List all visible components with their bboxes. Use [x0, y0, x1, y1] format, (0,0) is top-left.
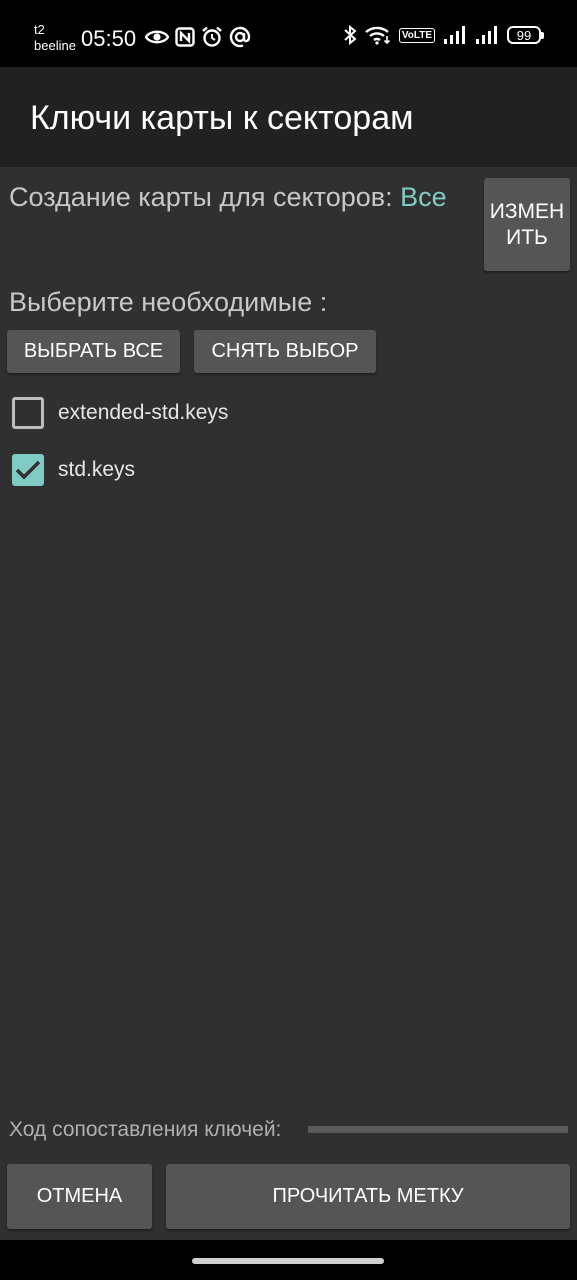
selection-label: Выберите необходимые : [9, 287, 328, 317]
carrier-info: t2 beeline [34, 22, 76, 54]
signal-icon-2 [475, 25, 499, 45]
checkbox-checked-icon[interactable] [12, 454, 44, 486]
cancel-button[interactable]: ОТМЕНА [7, 1164, 152, 1229]
key-mapping-progress-bar [308, 1126, 568, 1133]
map-creation-value: Все [400, 182, 447, 212]
home-gesture-handle[interactable] [192, 1258, 384, 1264]
deselect-all-button[interactable]: СНЯТЬ ВЫБОР [194, 330, 376, 373]
eye-icon [145, 28, 169, 46]
status-icons-left [145, 26, 251, 48]
at-icon [229, 26, 251, 48]
checkbox-unchecked-icon[interactable] [12, 397, 44, 429]
carrier-name-2: beeline [34, 38, 76, 53]
battery-level: 99 [516, 27, 532, 43]
read-tag-button[interactable]: ПРОЧИТАТЬ МЕТКУ [166, 1164, 570, 1229]
page-title: Ключи карты к секторам [30, 99, 414, 137]
key-file-label: extended-std.keys [58, 401, 229, 424]
key-file-item-extended-std[interactable]: extended-std.keys [12, 396, 228, 430]
screen: t2 beeline 05:50 VoLTE 99 Ключи карты к … [0, 0, 577, 1280]
progress-label: Ход сопоставления ключей: [9, 1118, 282, 1141]
key-file-label: std.keys [58, 458, 136, 481]
select-all-button[interactable]: ВЫБРАТЬ ВСЕ [7, 330, 180, 373]
volte-icon: VoLTE [398, 27, 435, 43]
bluetooth-icon [343, 25, 357, 45]
signal-icon-1 [443, 25, 467, 45]
change-button[interactable]: ИЗМЕНИТЬ [484, 178, 570, 271]
status-time: 05:50 [81, 26, 137, 51]
navigation-bar [0, 1240, 577, 1280]
key-file-item-std[interactable]: std.keys [12, 453, 135, 487]
nfc-icon [175, 27, 195, 47]
wifi-icon [365, 25, 391, 45]
app-bar: Ключи карты к секторам [0, 67, 577, 167]
alarm-icon [201, 26, 223, 48]
carrier-name-1: t2 [34, 22, 45, 37]
status-bar: t2 beeline 05:50 VoLTE 99 [0, 0, 577, 67]
map-creation-label: Создание карты для секторов: [9, 182, 393, 212]
status-icons-right: VoLTE 99 [343, 25, 544, 45]
map-creation-row: Создание карты для секторов: Все [9, 182, 447, 213]
battery-icon: 99 [507, 26, 544, 44]
